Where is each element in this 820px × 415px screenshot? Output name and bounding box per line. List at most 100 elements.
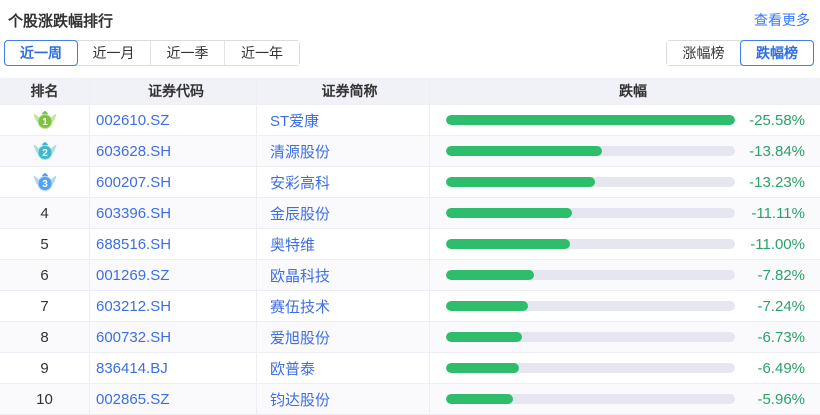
column-header-3: 跌幅	[619, 83, 647, 99]
stock-name-link[interactable]: ST爱康	[270, 110, 319, 131]
stock-name-link[interactable]: 钧达股份	[270, 389, 330, 410]
bar-track	[446, 394, 735, 404]
panel-header: 个股涨跌幅排行 查看更多	[0, 0, 820, 32]
rank-number: 9	[40, 359, 49, 377]
name-cell: 钧达股份	[257, 384, 430, 414]
name-cell: 欧晶科技	[257, 260, 430, 290]
table-row: 3 600207.SH 安彩高科 -13.23%	[0, 167, 820, 198]
table-row: 8 600732.SH 爱旭股份 -6.73%	[0, 322, 820, 353]
stock-code-link[interactable]: 603212.SH	[96, 298, 171, 315]
rank-number: 8	[40, 328, 49, 346]
board-tab-losers[interactable]: 跌幅榜	[740, 40, 814, 66]
stock-name-link[interactable]: 安彩高科	[270, 172, 330, 193]
change-percent-value: -13.23%	[749, 173, 805, 191]
stock-code-link[interactable]: 001269.SZ	[96, 267, 169, 284]
change-percent-value: -7.82%	[757, 266, 805, 284]
rank-number: 6	[40, 266, 49, 284]
bar-fill	[446, 332, 523, 342]
board-tab-gainers[interactable]: 涨幅榜	[667, 41, 741, 65]
svg-text:1: 1	[42, 117, 48, 128]
period-tab-week[interactable]: 近一周	[4, 40, 78, 66]
name-cell: 爱旭股份	[257, 322, 430, 352]
stock-code-link[interactable]: 002610.SZ	[96, 112, 169, 129]
rank-cell: 8	[0, 322, 90, 352]
bar-track	[446, 301, 735, 311]
code-cell: 603396.SH	[90, 198, 257, 228]
stock-code-link[interactable]: 836414.BJ	[96, 360, 168, 377]
stock-name-link[interactable]: 爱旭股份	[270, 327, 330, 348]
bar-track	[446, 146, 735, 156]
rank-cell: 7	[0, 291, 90, 321]
bar-fill	[446, 363, 520, 373]
table-row: 10 002865.SZ 钧达股份 -5.96%	[0, 384, 820, 415]
change-bar-cell: -25.58%	[430, 105, 820, 135]
rank-number: 4	[40, 204, 49, 222]
stock-name-link[interactable]: 奥特维	[270, 234, 315, 255]
table-row: 1 002610.SZ ST爱康 -25.58%	[0, 105, 820, 136]
stock-code-link[interactable]: 603396.SH	[96, 205, 171, 222]
ranking-table: 排名 证券代码 证券简称 跌幅 1 002610.SZ ST爱康 -25.58% 2 60362…	[0, 78, 820, 415]
stock-name-link[interactable]: 欧普泰	[270, 358, 315, 379]
rank-cell: 4	[0, 198, 90, 228]
bar-track	[446, 208, 735, 218]
code-cell: 001269.SZ	[90, 260, 257, 290]
rank-cell: 10	[0, 384, 90, 414]
change-percent-value: -6.73%	[757, 328, 805, 346]
panel-title: 个股涨跌幅排行	[8, 13, 114, 30]
change-bar-cell: -7.82%	[430, 260, 820, 290]
period-tab-month[interactable]: 近一月	[77, 41, 151, 65]
stock-code-link[interactable]: 002865.SZ	[96, 391, 169, 408]
rank-3-medal-icon: 3	[33, 172, 56, 191]
stock-code-link[interactable]: 600732.SH	[96, 329, 171, 346]
stock-code-link[interactable]: 688516.SH	[96, 236, 171, 253]
bar-track	[446, 239, 735, 249]
table-row: 2 603628.SH 清源股份 -13.84%	[0, 136, 820, 167]
bar-track	[446, 177, 735, 187]
rank-cell: 3	[0, 167, 90, 197]
rank-cell: 9	[0, 353, 90, 383]
rank-cell: 1	[0, 105, 90, 135]
bar-track	[446, 270, 735, 280]
rank-number: 5	[40, 235, 49, 253]
change-bar-cell: -13.23%	[430, 167, 820, 197]
period-tab-group: 近一周 近一月 近一季 近一年	[4, 40, 300, 66]
stock-name-link[interactable]: 赛伍技术	[270, 296, 330, 317]
period-tab-year[interactable]: 近一年	[225, 41, 299, 65]
stock-name-link[interactable]: 金辰股份	[270, 203, 330, 224]
change-percent-value: -11.11%	[751, 204, 805, 222]
svg-text:3: 3	[42, 179, 48, 190]
change-bar-cell: -6.49%	[430, 353, 820, 383]
change-bar-cell: -7.24%	[430, 291, 820, 321]
code-cell: 688516.SH	[90, 229, 257, 259]
change-percent-value: -11.00%	[750, 235, 805, 253]
stock-ranking-panel: 个股涨跌幅排行 查看更多 近一周 近一月 近一季 近一年 涨幅榜 跌幅榜 排名 证券代码证…	[0, 0, 820, 415]
bar-track	[446, 332, 735, 342]
bar-fill	[446, 270, 535, 280]
bar-fill	[446, 394, 514, 404]
column-header-2: 证券简称	[257, 78, 430, 104]
name-cell: 奥特维	[257, 229, 430, 259]
table-body: 1 002610.SZ ST爱康 -25.58% 2 603628.SH 清源股份 -13.8…	[0, 105, 820, 415]
rank-cell: 2	[0, 136, 90, 166]
rank-1-medal-icon: 1	[33, 110, 56, 129]
column-header-1: 证券代码	[90, 78, 257, 104]
rank-2-medal-icon: 2	[33, 141, 56, 160]
change-bar-cell: -11.00%	[430, 229, 820, 259]
stock-name-link[interactable]: 清源股份	[270, 141, 330, 162]
board-tab-group: 涨幅榜 跌幅榜	[666, 40, 814, 66]
bar-fill	[446, 146, 603, 156]
table-header-row: 排名 证券代码 证券简称 跌幅	[0, 78, 820, 105]
bar-fill	[446, 208, 572, 218]
stock-code-link[interactable]: 600207.SH	[96, 174, 171, 191]
period-tab-quarter[interactable]: 近一季	[151, 41, 225, 65]
change-percent-value: -5.96%	[757, 390, 805, 408]
stock-code-link[interactable]: 603628.SH	[96, 143, 171, 160]
change-percent-value: -13.84%	[749, 142, 805, 160]
bar-fill	[446, 301, 528, 311]
code-cell: 603628.SH	[90, 136, 257, 166]
change-bar-cell: -13.84%	[430, 136, 820, 166]
view-more-link[interactable]: 查看更多	[754, 10, 810, 30]
change-percent-value: -6.49%	[757, 359, 805, 377]
stock-name-link[interactable]: 欧晶科技	[270, 265, 330, 286]
code-cell: 603212.SH	[90, 291, 257, 321]
